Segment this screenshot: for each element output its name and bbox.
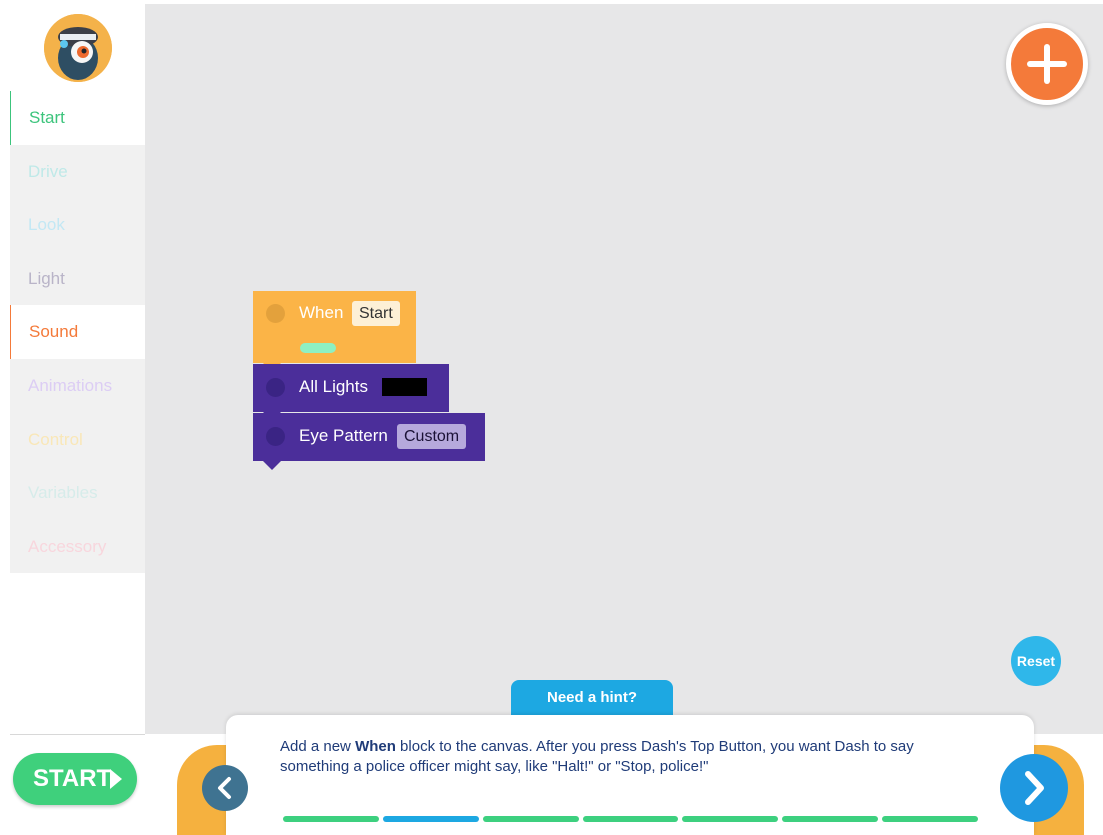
need-hint-button[interactable]: Need a hint? [511, 680, 673, 720]
robot-icon [44, 14, 112, 82]
category-label: Start [29, 108, 65, 127]
instruction-keyword: When [355, 738, 396, 755]
light-color-swatch[interactable] [382, 378, 427, 396]
chevron-left-icon [218, 777, 231, 799]
when-label: When [299, 303, 344, 322]
block-handle-icon [266, 378, 285, 397]
category-animations[interactable]: Animations [10, 358, 145, 413]
category-label: Drive [28, 161, 68, 181]
dash-robot-avatar[interactable] [44, 14, 112, 82]
eye-pattern-block[interactable]: Eye Pattern Custom [253, 413, 485, 461]
category-drive[interactable]: Drive [10, 144, 145, 199]
play-icon [110, 769, 122, 789]
category-label: Look [28, 215, 65, 235]
eye-pattern-select[interactable]: Custom [397, 424, 467, 449]
eye-pattern-label: Eye Pattern [299, 426, 388, 445]
instruction-text-part: Add a new [280, 738, 356, 755]
category-label: Light [28, 268, 65, 288]
progress-bar [283, 816, 978, 824]
when-block[interactable]: When Start [253, 291, 416, 363]
progress-segment [882, 816, 978, 822]
category-sound[interactable]: Sound [10, 305, 145, 359]
block-connector [263, 461, 281, 470]
progress-segment [782, 816, 879, 822]
category-label: Sound [29, 322, 79, 342]
category-light[interactable]: Light [10, 251, 145, 306]
instruction-text: Add a new When block to the canvas. Afte… [280, 737, 980, 777]
all-lights-label: All Lights [299, 377, 368, 396]
category-control[interactable]: Control [10, 412, 145, 467]
chevron-right-icon [1025, 771, 1044, 805]
drop-slot [300, 343, 336, 353]
reset-button[interactable]: Reset [1011, 636, 1061, 686]
category-accessory[interactable]: Accessory [10, 519, 145, 574]
instruction-panel: Add a new When block to the canvas. Afte… [226, 715, 1034, 835]
block-handle-icon [266, 304, 285, 323]
start-program-button[interactable]: START [13, 753, 137, 805]
next-step-button[interactable] [1000, 754, 1068, 822]
category-start[interactable]: Start [10, 91, 145, 145]
category-label: Variables [28, 483, 98, 503]
category-sidebar: Start Drive Look Light Sound Animations … [10, 91, 145, 574]
progress-segment [582, 816, 679, 822]
category-label: Accessory [28, 536, 107, 556]
progress-segment [682, 816, 779, 822]
start-label: START [33, 765, 112, 792]
progress-segment [283, 816, 379, 822]
progress-segment [382, 816, 479, 822]
category-label: Animations [28, 375, 113, 395]
category-label: Control [28, 429, 83, 449]
category-variables[interactable]: Variables [10, 466, 145, 520]
category-look[interactable]: Look [10, 198, 145, 252]
progress-segment [482, 816, 579, 822]
previous-step-button[interactable] [202, 765, 248, 811]
block-handle-icon [266, 427, 285, 446]
divider [10, 734, 145, 735]
add-block-button[interactable] [1006, 23, 1088, 105]
all-lights-block[interactable]: All Lights [253, 364, 449, 412]
when-trigger-select[interactable]: Start [352, 301, 400, 326]
